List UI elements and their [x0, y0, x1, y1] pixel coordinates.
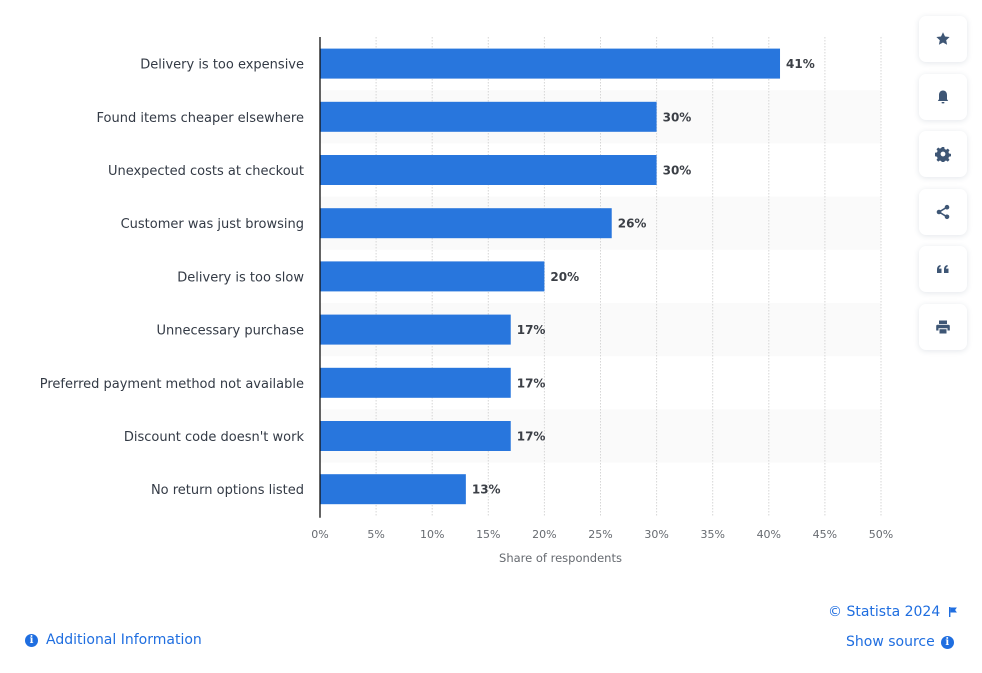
bar [320, 261, 545, 292]
value-label: 30% [663, 110, 692, 124]
additional-information-text: Additional Information [46, 632, 202, 648]
category-label: Preferred payment method not available [40, 377, 304, 392]
x-tick-labels: 0% 5% 10% 15% 20% 25% 30% 35% 40% 45% 50% [311, 528, 893, 541]
x-tick-label: 45% [813, 528, 837, 541]
favorite-button[interactable] [919, 16, 967, 62]
value-label: 20% [550, 270, 579, 284]
category-label: Unexpected costs at checkout [108, 164, 304, 179]
value-label: 26% [618, 217, 647, 231]
bell-icon [937, 90, 949, 103]
copyright-text: © Statista 2024 [828, 604, 941, 620]
copyright-link[interactable]: © Statista 2024 [828, 604, 959, 620]
x-tick-label: 5% [367, 528, 384, 541]
x-tick-label: 0% [311, 528, 328, 541]
info-icon: i [940, 635, 954, 649]
bar [320, 155, 657, 185]
category-label: Discount code doesn't work [124, 430, 305, 445]
bar [320, 474, 466, 505]
value-label: 17% [517, 430, 546, 444]
category-labels: Delivery is too expensive Found items che… [40, 58, 305, 499]
value-label: 17% [517, 376, 546, 390]
x-tick-label: 40% [757, 528, 781, 541]
bar [320, 208, 612, 239]
star-icon [936, 32, 950, 45]
cite-button[interactable] [919, 246, 967, 292]
bar-chart: Delivery is too expensive Found items che… [40, 37, 893, 565]
share-button[interactable] [919, 188, 967, 235]
x-tick-label: 35% [700, 528, 724, 541]
flag-icon [949, 607, 958, 617]
side-toolbar [919, 16, 969, 361]
category-label: Delivery is too expensive [140, 58, 304, 73]
gear-icon [935, 147, 951, 162]
value-label: 41% [786, 57, 815, 71]
info-icon: i [25, 633, 38, 647]
bar [320, 48, 781, 79]
print-icon [936, 320, 950, 333]
bar [320, 421, 511, 451]
x-tick-label: 15% [476, 528, 500, 541]
quote-icon [937, 265, 949, 273]
value-label: 30% [663, 164, 692, 178]
bar [320, 101, 657, 132]
x-axis-title: Share of respondents [499, 551, 622, 565]
category-label: Delivery is too slow [177, 270, 304, 285]
print-button[interactable] [919, 303, 967, 350]
share-icon [936, 204, 950, 219]
category-label: Unnecessary purchase [157, 324, 305, 339]
additional-information-link[interactable]: i Additional Information [25, 632, 202, 648]
category-label: No return options listed [151, 483, 304, 498]
value-label: 13% [472, 483, 501, 497]
show-source-text: Show source [846, 634, 935, 650]
x-tick-label: 20% [532, 528, 556, 541]
notification-button[interactable] [919, 73, 967, 120]
x-tick-label: 50% [869, 528, 893, 541]
category-label: Found items cheaper elsewhere [97, 111, 305, 126]
x-tick-label: 25% [588, 528, 612, 541]
bar [320, 314, 511, 345]
show-source-link[interactable]: Show source i [846, 634, 954, 650]
bar [320, 367, 511, 398]
category-label: Customer was just browsing [121, 217, 304, 232]
x-tick-label: 10% [420, 528, 444, 541]
value-label: 17% [517, 323, 546, 337]
settings-button[interactable] [919, 131, 967, 177]
x-tick-label: 30% [644, 528, 668, 541]
